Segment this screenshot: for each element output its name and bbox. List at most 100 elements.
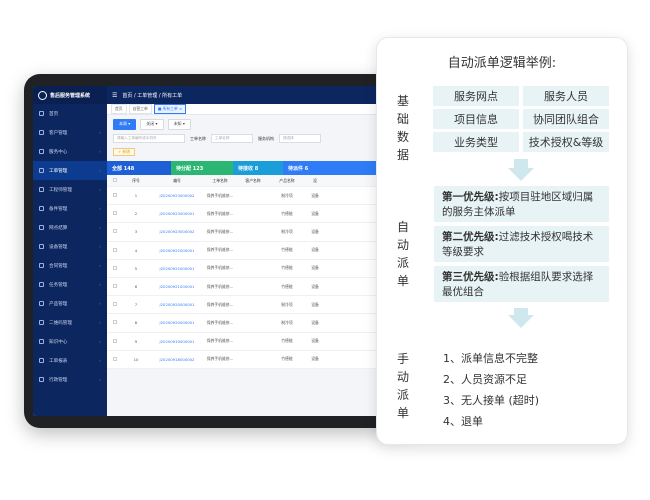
table-row[interactable]: 1 J20200923000002 保养手机维修... 制冷项 设备 (107, 187, 407, 206)
row-checkbox[interactable] (107, 302, 121, 307)
sidebar-item[interactable]: 备件管理 › (33, 199, 107, 218)
sidebar-item-label: 设备管理 (49, 244, 68, 250)
row-name: 保养手机维修... (206, 283, 234, 289)
time-filter-button[interactable]: 本周 ▾ (113, 118, 137, 130)
chevron-right-icon: › (99, 244, 101, 249)
product-icon (39, 301, 44, 306)
row-index: 9 (134, 338, 138, 344)
filter-button-2[interactable]: 关闭 ▾ (140, 118, 164, 130)
row-index: 8 (134, 320, 138, 326)
sidebar-item[interactable]: 知识中心 › (33, 332, 107, 351)
row-product: 制冷项 (281, 301, 293, 307)
row-index: 2 (134, 211, 138, 217)
task-icon (39, 282, 44, 287)
row-checkbox[interactable] (107, 284, 121, 289)
row-code-link[interactable]: J20200923000002 (151, 193, 203, 198)
add-button[interactable]: + 新增 (113, 148, 135, 156)
stat-pending-accept[interactable]: 待接收 8 (233, 161, 283, 175)
tablet-screen: 售后服务管理系统 首页 客户管理 › 服务中心 › 工单管理 › 工程师管理 › 备件管理 › 网点结… (33, 86, 407, 416)
org-label: 服务机构 (258, 135, 274, 141)
row-checkbox[interactable] (107, 265, 121, 271)
sidebar-item-label: 任务管理 (49, 282, 68, 288)
tab-home[interactable]: 首页 (111, 104, 127, 114)
chevron-right-icon: › (99, 168, 101, 173)
row-code-link[interactable]: J20200923000001 (151, 211, 203, 216)
basic-label-char: 数 (396, 130, 409, 144)
row-extra: 设备 (311, 210, 319, 216)
chevron-right-icon: › (99, 377, 101, 382)
tabs-row: 首页 自营工单 ■ 所有工单 × (107, 104, 407, 115)
checkbox-icon (113, 193, 117, 198)
table-row[interactable]: 6 J20200921000001 保养手机维修... 竹德能 设备 (107, 278, 407, 297)
row-code-link[interactable]: J20200919000001 (151, 339, 203, 344)
stat-all[interactable]: 全部 148 (107, 161, 171, 175)
chevron-right-icon: › (99, 130, 101, 135)
sidebar-item[interactable]: 服务中心 › (33, 142, 107, 161)
row-code-link[interactable]: J20200922000001 (151, 266, 203, 271)
device-icon (39, 244, 44, 249)
sidebar-item[interactable]: 网点结算 › (33, 218, 107, 237)
manual-label-char: 派 (396, 388, 409, 402)
sidebar-item[interactable]: 二维码管理 › (33, 313, 107, 332)
table-row[interactable]: 8 J20200920000001 保养手机维修... 制冷项 设备 (107, 314, 407, 333)
sidebar-item[interactable]: 行政管理 › (33, 370, 107, 389)
header-checkbox[interactable] (107, 178, 121, 183)
hamburger-icon[interactable]: ☰ (112, 92, 117, 99)
sidebar-item[interactable]: 工单管理 › (33, 161, 107, 180)
row-extra: 设备 (311, 319, 319, 325)
stat-pending-assign[interactable]: 待分配 123 (171, 161, 233, 175)
row-code-link[interactable]: J20200921000001 (151, 284, 203, 289)
table-row[interactable]: 10 J20200918000002 保养手机维修... 竹德能 设备 (107, 351, 407, 369)
sidebar-item[interactable]: 客户管理 › (33, 123, 107, 142)
sidebar-item[interactable]: 工单报表 › (33, 351, 107, 370)
table-row[interactable]: 3 J20200923000002 保养手机维修... 制冷项 设备 (107, 223, 407, 242)
table-row[interactable]: 5 J20200922000001 保养手机维修... 竹德能 设备 (107, 260, 407, 278)
sidebar-item[interactable]: 产品管理 › (33, 294, 107, 313)
sidebar-item[interactable]: 首页 (33, 104, 107, 123)
row-checkbox[interactable] (107, 229, 121, 234)
ticket-name-input[interactable]: 工单名称 (211, 134, 253, 143)
sidebar-item[interactable]: 工程师管理 › (33, 180, 107, 199)
row-extra: 设备 (311, 356, 319, 362)
search-input[interactable]: 请输入工单编号或手机号 (113, 134, 185, 143)
sidebar-item[interactable]: 设备管理 › (33, 237, 107, 256)
table-row[interactable]: 2 J20200923000001 保养手机维修... 竹德能 设备 (107, 205, 407, 224)
filter-label-3: 未知 (173, 121, 182, 126)
row-code-link[interactable]: J20200923000002 (151, 229, 203, 234)
row-checkbox[interactable] (107, 320, 121, 325)
checkbox-icon (113, 356, 117, 361)
row-index: 3 (134, 229, 138, 235)
arrow-down-icon (508, 315, 534, 328)
table-row[interactable]: 7 J20200920000001 保养手机维修... 制冷项 设备 (107, 296, 407, 315)
tab-all-tickets[interactable]: ■ 所有工单 × (153, 104, 187, 114)
row-code-link[interactable]: J20200922000001 (151, 248, 203, 253)
sidebar-item[interactable]: 合同管理 › (33, 256, 107, 275)
auto-dispatch-label: 自 动 派 单 (395, 218, 411, 290)
table-header: 序号 编号 工单名称 客户名称 产品名称 设 (107, 175, 407, 187)
table-row[interactable]: 9 J20200919000001 保养手机维修... 竹德能 设备 (107, 333, 407, 351)
row-checkbox[interactable] (107, 247, 121, 253)
row-checkbox[interactable] (107, 356, 121, 362)
filter-button-3[interactable]: 未知 ▾ (167, 118, 191, 130)
row-checkbox[interactable] (107, 211, 121, 216)
row-checkbox[interactable] (107, 193, 121, 198)
chevron-right-icon: › (99, 206, 101, 211)
logo-icon (38, 90, 47, 100)
priority-key: 第三优先级: (442, 271, 499, 283)
row-extra: 设备 (311, 192, 319, 198)
tab-own-tickets[interactable]: 自营工单 (128, 104, 152, 114)
row-code-link[interactable]: J20200918000002 (151, 357, 203, 362)
row-name: 保养手机维修... (206, 338, 234, 344)
table-row[interactable]: 4 J20200922000001 保养手机维修... 竹德能 设备 (107, 242, 407, 260)
sidebar-item[interactable]: 任务管理 › (33, 275, 107, 294)
row-index: 4 (134, 247, 138, 253)
row-code-link[interactable]: J20200920000001 (151, 302, 203, 307)
row-checkbox[interactable] (107, 338, 121, 344)
tablet-frame: 售后服务管理系统 首页 客户管理 › 服务中心 › 工单管理 › 工程师管理 › 备件管理 › 网点结… (24, 74, 416, 428)
sidebar-item-label: 备件管理 (49, 206, 68, 212)
row-name: 保养手机维修... (206, 356, 234, 362)
row-extra: 设备 (311, 247, 319, 253)
org-select[interactable]: 请选择 (279, 134, 321, 143)
row-code-link[interactable]: J20200920000001 (151, 320, 203, 325)
priority-key: 第二优先级: (442, 231, 499, 243)
